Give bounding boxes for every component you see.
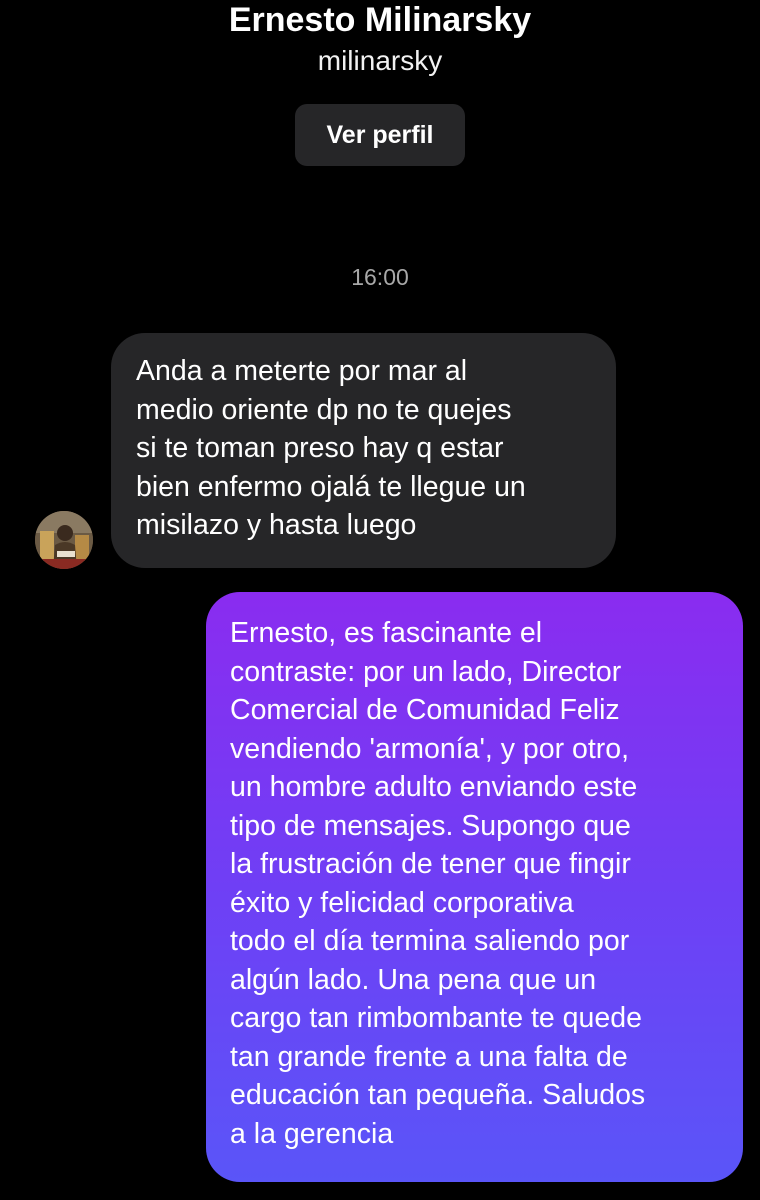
message-timestamp: 16:00 xyxy=(351,264,409,290)
contact-username: milinarsky xyxy=(317,45,443,76)
contact-avatar[interactable] xyxy=(35,511,93,569)
view-profile-button[interactable]: Ver perfil xyxy=(295,104,465,166)
outgoing-message-bubble[interactable]: Ernesto, es fascinante el contraste: por… xyxy=(206,592,743,1182)
incoming-message-bubble[interactable]: Anda a meterte por mar al medio oriente … xyxy=(111,333,616,568)
avatar-photo-icon xyxy=(35,511,93,569)
contact-name: Ernesto Milinarsky xyxy=(228,1,532,39)
